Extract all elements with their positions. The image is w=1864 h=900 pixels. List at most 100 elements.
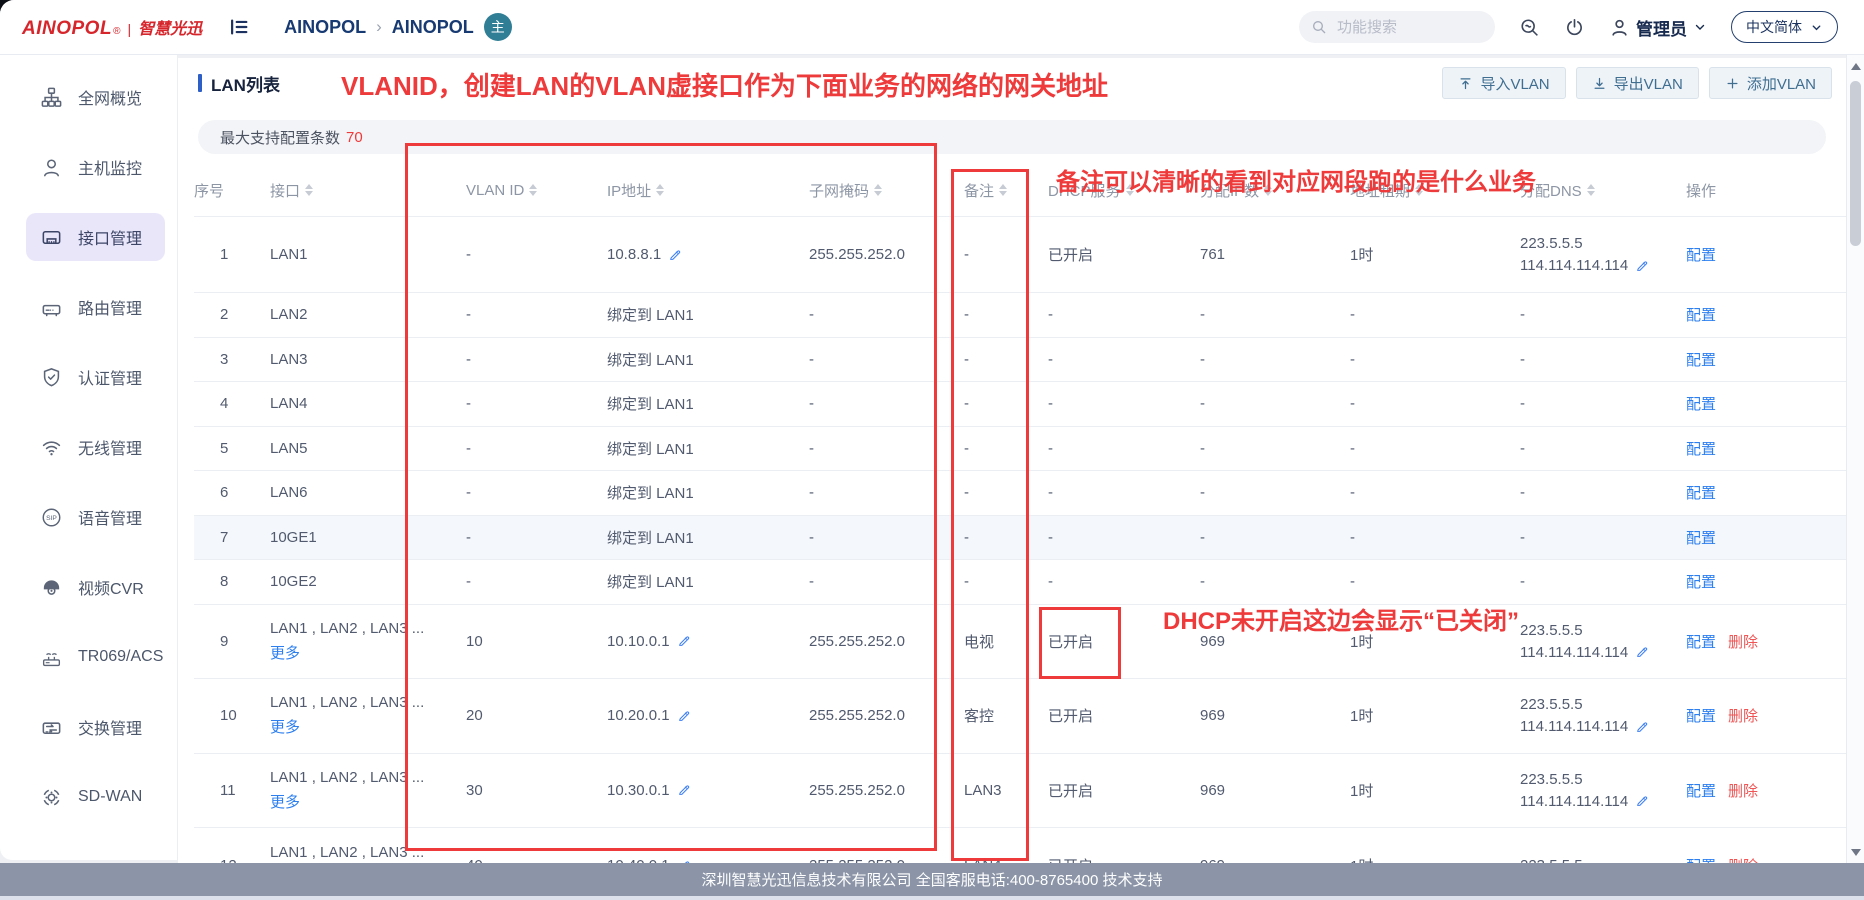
- cell-ip-address: 绑定到 LAN1: [607, 482, 809, 503]
- ip-value: 10.10.0.1: [607, 633, 670, 650]
- user-menu[interactable]: 管理员: [1609, 15, 1707, 40]
- sidebar-item-sd-wan[interactable]: SD-WAN: [0, 762, 177, 832]
- sort-icon[interactable]: [1264, 184, 1272, 196]
- delete-link[interactable]: 删除: [1728, 783, 1758, 800]
- column-header[interactable]: 子网掩码: [809, 180, 964, 201]
- cell-ip-count: -: [1200, 484, 1350, 501]
- edit-dns-icon[interactable]: [1635, 259, 1649, 273]
- column-header[interactable]: DHCP服务: [1048, 180, 1200, 201]
- collapse-menu-icon[interactable]: [228, 16, 250, 38]
- add-vlan-button[interactable]: 添加VLAN: [1709, 67, 1832, 99]
- cell-dns: -: [1520, 395, 1686, 412]
- column-header[interactable]: 分配IP数: [1200, 180, 1350, 201]
- cell-dhcp-status: 已开启: [1048, 631, 1200, 652]
- search-input[interactable]: [1335, 18, 1465, 37]
- cell-dhcp-status: -: [1048, 440, 1200, 457]
- scrollbar-thumb[interactable]: [1850, 81, 1861, 246]
- column-header[interactable]: 地址租期: [1350, 180, 1520, 201]
- column-header[interactable]: 接口: [270, 180, 466, 201]
- more-link[interactable]: 更多: [270, 645, 300, 662]
- cell-actions: 配置删除: [1686, 705, 1846, 726]
- power-icon[interactable]: [1564, 17, 1585, 38]
- app-window: AINOPOL® | 智慧光迅 AINOPOL › AINOPOL 主: [0, 0, 1864, 900]
- ip-value: 绑定到 LAN1: [607, 482, 694, 503]
- cell-ip-address: 10.10.0.1: [607, 633, 809, 650]
- edit-dns-icon[interactable]: [1635, 645, 1649, 659]
- column-header[interactable]: VLAN ID: [466, 182, 607, 199]
- more-link[interactable]: 更多: [270, 719, 300, 736]
- user-icon: [1609, 17, 1630, 38]
- brand-logo-cn: 智慧光迅: [138, 15, 202, 39]
- cell-vlan-id: -: [466, 246, 607, 263]
- sidebar-item-switch-mgmt[interactable]: 交换管理: [0, 692, 177, 762]
- cell-dhcp-status: -: [1048, 351, 1200, 368]
- sidebar-item-label: 主机监控: [78, 155, 142, 179]
- configure-link[interactable]: 配置: [1686, 485, 1716, 502]
- page-title-text: LAN列表: [211, 71, 280, 96]
- sidebar-item-route-mgmt[interactable]: 路由管理: [0, 272, 177, 342]
- edit-ip-icon[interactable]: [677, 634, 691, 648]
- cell-vlan-id: -: [466, 395, 607, 412]
- import-vlan-button[interactable]: 导入VLAN: [1442, 67, 1565, 99]
- sort-icon[interactable]: [1126, 184, 1134, 196]
- sort-icon[interactable]: [1587, 184, 1595, 196]
- column-header[interactable]: IP地址: [607, 180, 809, 201]
- configure-link[interactable]: 配置: [1686, 247, 1716, 264]
- configure-link[interactable]: 配置: [1686, 396, 1716, 413]
- configure-link[interactable]: 配置: [1686, 530, 1716, 547]
- scroll-down-arrow-icon[interactable]: [1847, 843, 1864, 861]
- configure-link[interactable]: 配置: [1686, 352, 1716, 369]
- configure-link[interactable]: 配置: [1686, 441, 1716, 458]
- scroll-up-arrow-icon[interactable]: [1847, 57, 1864, 75]
- cell-dns: 223.5.5.5114.114.114.114: [1520, 771, 1686, 810]
- column-header[interactable]: 分配DNS: [1520, 180, 1686, 201]
- sidebar-item-tr069-acs[interactable]: TR069/ACS: [0, 622, 177, 692]
- sort-icon[interactable]: [305, 184, 313, 196]
- user-name: 管理员: [1636, 15, 1687, 40]
- sidebar-item-auth-mgmt[interactable]: 认证管理: [0, 342, 177, 412]
- tr069-acs-icon: [40, 646, 63, 669]
- delete-link[interactable]: 删除: [1728, 634, 1758, 651]
- configure-link[interactable]: 配置: [1686, 634, 1716, 651]
- sidebar-item-interface-mgmt[interactable]: 接口管理: [0, 202, 177, 272]
- export-vlan-button[interactable]: 导出VLAN: [1576, 67, 1699, 99]
- edit-dns-icon[interactable]: [1635, 720, 1649, 734]
- configure-link[interactable]: 配置: [1686, 708, 1716, 725]
- configure-link[interactable]: 配置: [1686, 783, 1716, 800]
- cell-ip-count: -: [1200, 306, 1350, 323]
- sidebar-item-voice-mgmt[interactable]: SIP语音管理: [0, 482, 177, 552]
- sidebar-item-host-monitor[interactable]: 主机监控: [0, 132, 177, 202]
- column-header: 序号: [194, 180, 270, 201]
- sidebar-item-network-overview[interactable]: 全网概览: [0, 62, 177, 132]
- edit-dns-icon[interactable]: [1635, 794, 1649, 808]
- sort-icon[interactable]: [529, 184, 537, 196]
- configure-link[interactable]: 配置: [1686, 307, 1716, 324]
- sort-icon[interactable]: [656, 184, 664, 196]
- configure-link[interactable]: 配置: [1686, 574, 1716, 591]
- column-header-label: 子网掩码: [809, 180, 869, 201]
- column-header[interactable]: 备注: [964, 180, 1048, 201]
- zoom-search-icon[interactable]: [1519, 17, 1540, 38]
- language-selector[interactable]: 中文简体: [1731, 11, 1838, 43]
- interface-names: LAN1 , LAN2 , LAN3 ...: [270, 694, 466, 711]
- plus-icon: [1725, 76, 1740, 91]
- sort-icon[interactable]: [874, 184, 882, 196]
- edit-ip-icon[interactable]: [668, 248, 682, 262]
- sd-wan-icon: [40, 786, 63, 809]
- delete-link[interactable]: 删除: [1728, 708, 1758, 725]
- edit-ip-icon[interactable]: [677, 709, 691, 723]
- sort-icon[interactable]: [999, 184, 1007, 196]
- sidebar-item-wireless-mgmt[interactable]: 无线管理: [0, 412, 177, 482]
- cell-dns: -: [1520, 529, 1686, 546]
- breadcrumb-current[interactable]: AINOPOL: [392, 17, 474, 38]
- breadcrumb-root[interactable]: AINOPOL: [284, 17, 366, 38]
- cell-seq: 1: [194, 246, 270, 263]
- cell-ip-count: -: [1200, 440, 1350, 457]
- button-label: 添加VLAN: [1747, 73, 1816, 94]
- edit-ip-icon[interactable]: [677, 783, 691, 797]
- more-link[interactable]: 更多: [270, 794, 300, 811]
- sidebar-item-video-cvr[interactable]: 视频CVR: [0, 552, 177, 622]
- cell-remark: -: [964, 573, 1048, 590]
- sort-icon[interactable]: [1415, 184, 1423, 196]
- cell-vlan-id: -: [466, 529, 607, 546]
